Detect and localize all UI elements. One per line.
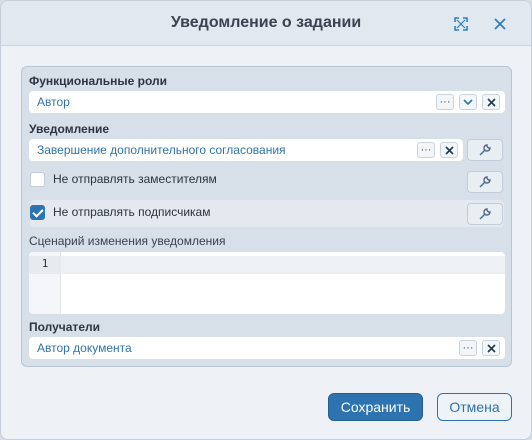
notification-value: Завершение дополнительного согласования bbox=[37, 143, 286, 157]
subscribers-edit-button[interactable] bbox=[467, 203, 503, 225]
cancel-button[interactable]: Отмена bbox=[437, 393, 512, 421]
script-label: Сценарий изменения уведомления bbox=[29, 234, 226, 248]
subscribers-checkbox[interactable] bbox=[30, 205, 45, 220]
notification-clear-button[interactable] bbox=[440, 142, 458, 158]
recipients-field[interactable]: Автор документа ··· bbox=[29, 337, 505, 359]
clear-icon bbox=[486, 97, 496, 107]
script-editor[interactable]: 1 bbox=[29, 252, 505, 314]
subscribers-label: Не отправлять подписчикам bbox=[53, 205, 211, 219]
more-icon: ··· bbox=[420, 143, 432, 156]
option-row-subscribers[interactable]: Не отправлять подписчикам bbox=[30, 200, 504, 227]
clear-icon bbox=[444, 145, 454, 155]
dialog-titlebar: Уведомление о задании bbox=[1, 1, 531, 46]
editor-gutter: 1 bbox=[29, 252, 61, 314]
notification-field[interactable]: Завершение дополнительного согласования … bbox=[29, 139, 463, 161]
roles-label: Функциональные роли bbox=[29, 74, 168, 88]
notification-edit-button[interactable] bbox=[467, 139, 503, 161]
notification-label: Уведомление bbox=[29, 122, 110, 136]
option-row-substitutes[interactable]: Не отправлять заместителям bbox=[30, 167, 504, 194]
task-notification-dialog: Уведомление о задании Функциональные рол… bbox=[0, 0, 532, 440]
editor-active-line[interactable] bbox=[61, 256, 505, 274]
roles-field[interactable]: Автор ··· bbox=[29, 91, 505, 113]
wrench-icon bbox=[479, 176, 491, 188]
roles-value: Автор bbox=[37, 95, 70, 109]
line-number: 1 bbox=[29, 256, 61, 274]
settings-panel: Функциональные роли Автор ··· Уведомлени… bbox=[21, 66, 512, 367]
expand-button[interactable] bbox=[448, 11, 474, 37]
more-icon: ··· bbox=[439, 95, 451, 108]
notification-more-button[interactable]: ··· bbox=[417, 142, 435, 158]
recipients-clear-button[interactable] bbox=[482, 340, 500, 356]
save-button[interactable]: Сохранить bbox=[328, 393, 423, 421]
close-icon bbox=[494, 18, 506, 30]
clear-icon bbox=[486, 343, 496, 353]
chevron-down-icon bbox=[463, 99, 473, 106]
roles-more-button[interactable]: ··· bbox=[436, 94, 454, 110]
substitutes-checkbox[interactable] bbox=[30, 172, 45, 187]
substitutes-label: Не отправлять заместителям bbox=[53, 172, 217, 186]
substitutes-edit-button[interactable] bbox=[467, 171, 503, 193]
close-button[interactable] bbox=[487, 11, 513, 37]
roles-dropdown-button[interactable] bbox=[459, 94, 477, 110]
recipients-label: Получатели bbox=[29, 320, 100, 334]
roles-clear-button[interactable] bbox=[482, 94, 500, 110]
recipients-more-button[interactable]: ··· bbox=[459, 340, 477, 356]
expand-icon bbox=[454, 17, 468, 31]
wrench-icon bbox=[479, 144, 491, 156]
wrench-icon bbox=[479, 208, 491, 220]
recipients-value: Автор документа bbox=[37, 341, 132, 355]
more-icon: ··· bbox=[462, 341, 474, 354]
